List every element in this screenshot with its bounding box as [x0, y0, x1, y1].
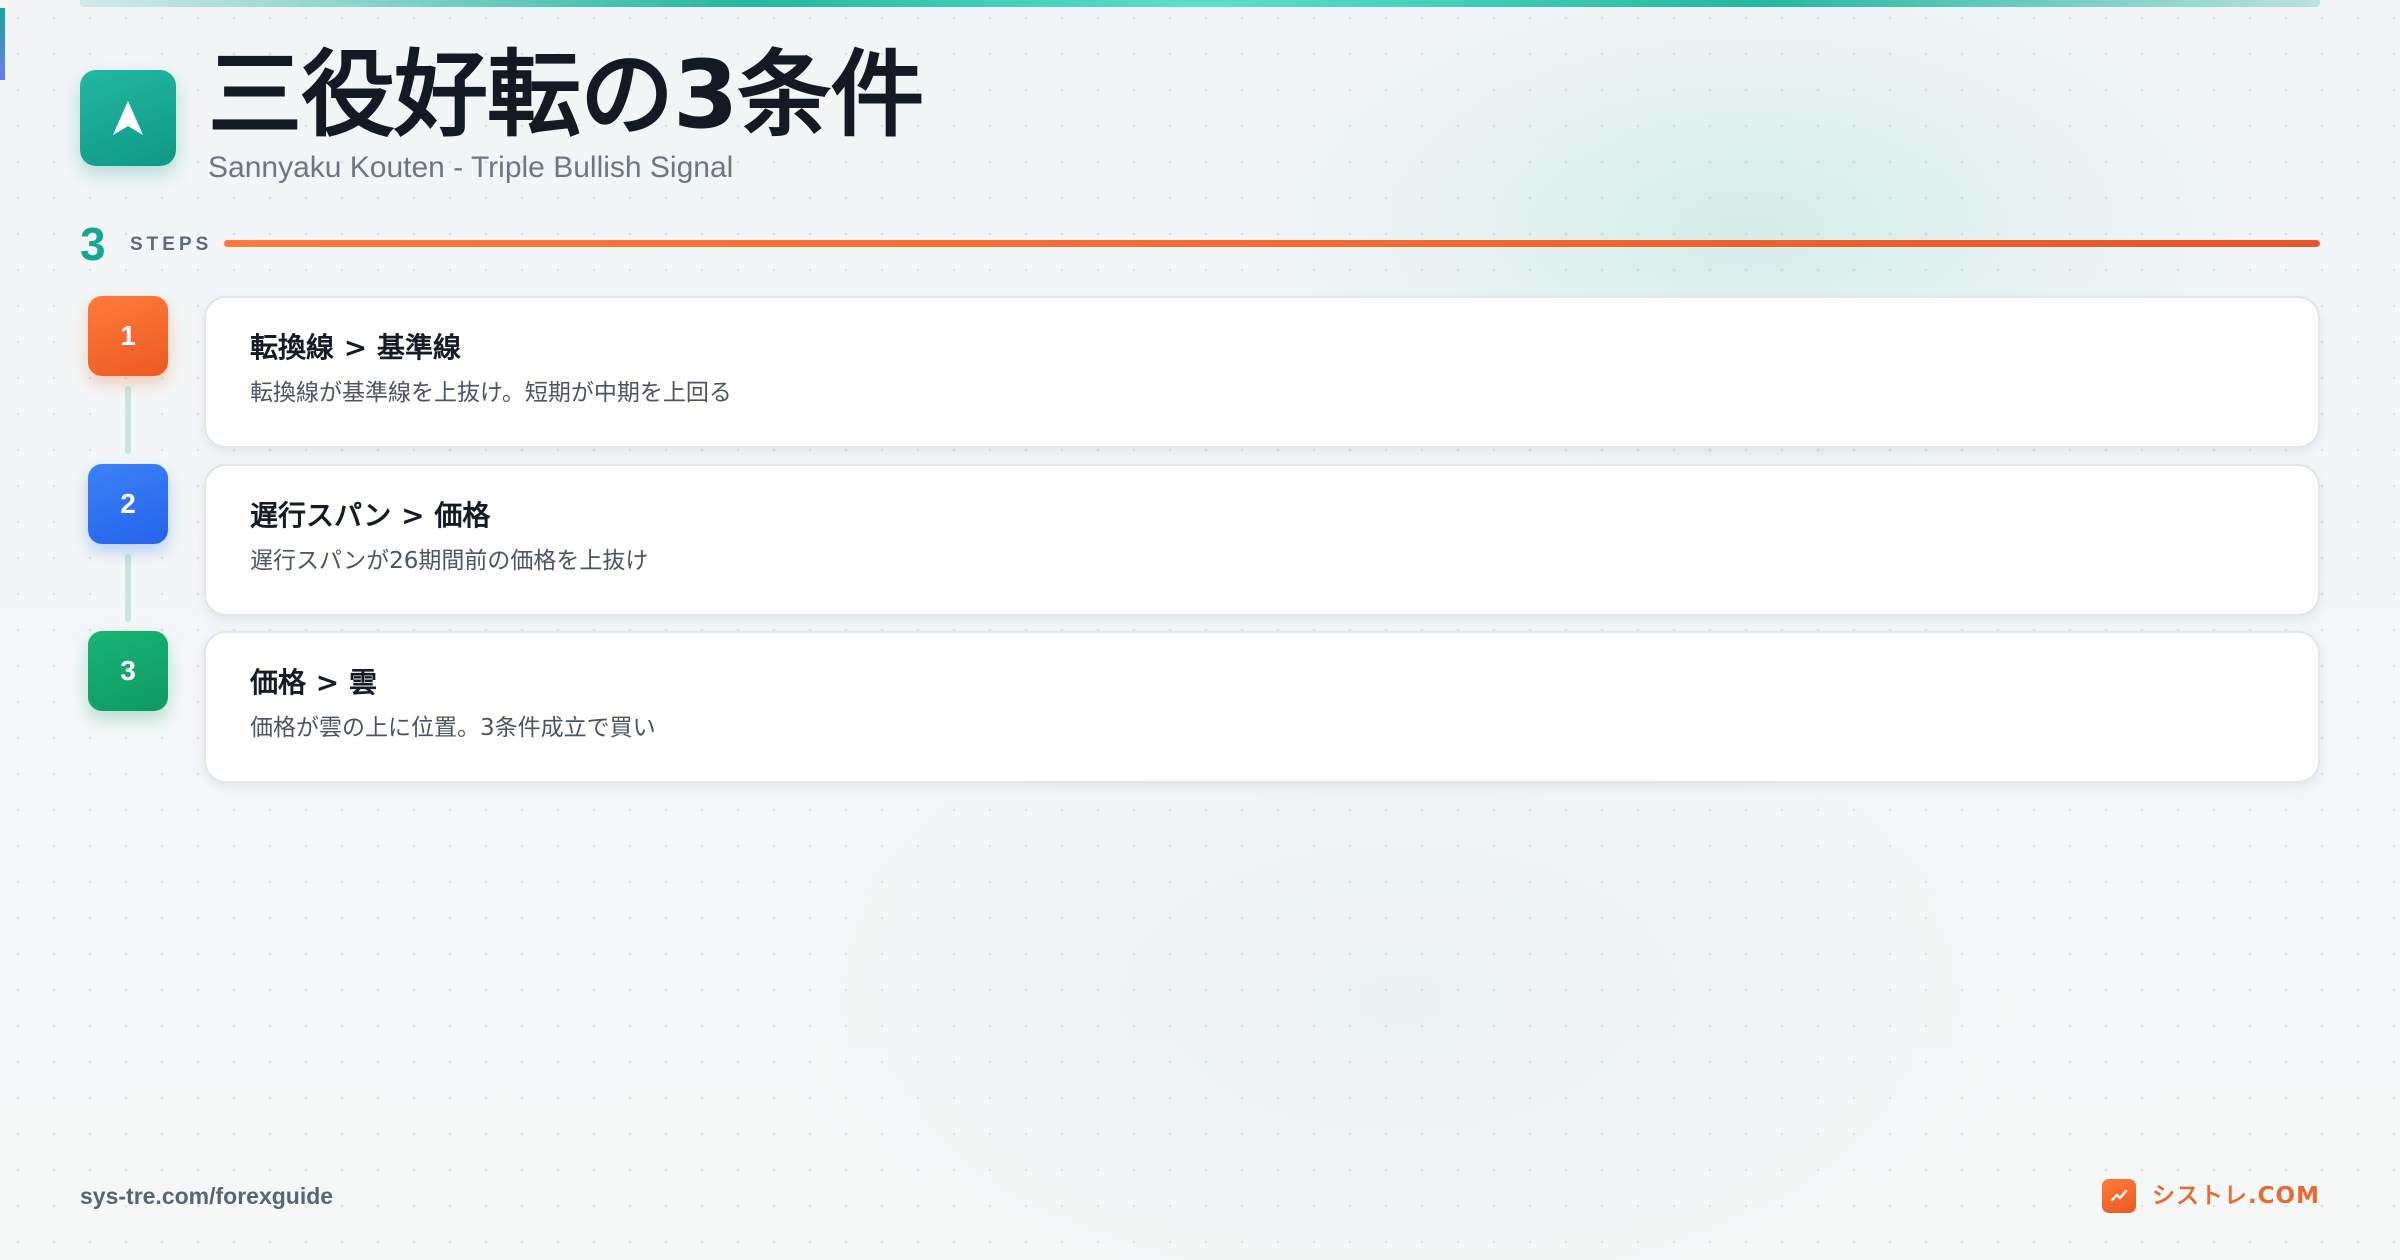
step-1-title: 転換線 > 基準線	[250, 331, 461, 364]
navigation-arrow-icon	[80, 70, 176, 166]
page-subtitle: Sannyaku Kouten - Triple Bullish Signal	[208, 151, 734, 184]
step-1-card: 転換線 > 基準線 転換線が基準線を上抜け。短期が中期を上回る	[204, 296, 2320, 448]
step-3-badge: 3	[88, 631, 168, 711]
step-1-badge: 1	[88, 296, 168, 376]
timeline-connector	[125, 386, 131, 454]
footer-url: sys-tre.com/forexguide	[80, 1183, 334, 1209]
trend-chart-icon	[2101, 1179, 2136, 1213]
step-2-description: 遅行スパンが26期間前の価格を上抜け	[250, 548, 649, 574]
steps-label: STEPS	[130, 234, 213, 255]
step-2-title: 遅行スパン > 価格	[250, 499, 491, 532]
step-2-badge: 2	[88, 464, 168, 544]
brand-name: シストレ.COM	[2151, 1183, 2320, 1209]
corner-accent-mark	[0, 8, 5, 80]
top-accent-bar	[80, 0, 2320, 7]
step-1-description: 転換線が基準線を上抜け。短期が中期を上回る	[250, 380, 732, 406]
steps-count: 3	[80, 218, 106, 270]
steps-divider-line	[224, 240, 2320, 247]
footer-brand: シストレ.COM	[2101, 1179, 2320, 1213]
step-2-card: 遅行スパン > 価格 遅行スパンが26期間前の価格を上抜け	[204, 464, 2320, 616]
page-title: 三役好転の3条件	[208, 41, 924, 150]
timeline-connector	[125, 554, 131, 622]
step-3-title: 価格 > 雲	[250, 666, 377, 699]
step-3-description: 価格が雲の上に位置。3条件成立で買い	[250, 715, 656, 741]
step-3-card: 価格 > 雲 価格が雲の上に位置。3条件成立で買い	[204, 631, 2320, 783]
